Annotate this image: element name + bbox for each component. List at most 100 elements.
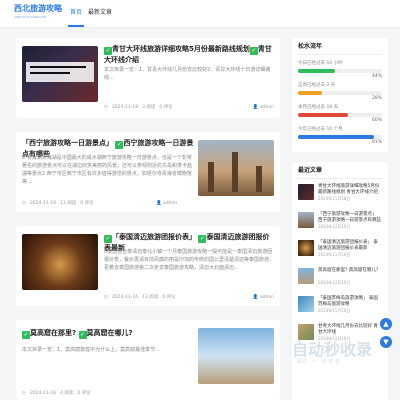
post-thumbnail[interactable]: [22, 46, 98, 102]
nav-home[interactable]: 首页: [70, 8, 82, 18]
progress-fill: [298, 91, 322, 95]
thumbnail-shape: [232, 152, 238, 192]
progress-label: 这周已经过去 2 天: [298, 83, 336, 88]
recent-post-title: 莫高窟在那里? 莫高窟在哪儿?: [318, 268, 379, 273]
divider: [298, 178, 382, 179]
post-card: 「西宁旅游攻略一日游景点」 ✓西宁旅游攻略一日游景点有哪些 1 青海湖青海湖是中…: [16, 132, 280, 212]
thumbnail-text-line: [30, 72, 70, 74]
progress-fill: [298, 113, 349, 117]
recent-post-item[interactable]: 「泰国清迈旅游团报价表」 泰国清迈旅游团报价表最新 2024年11月16日: [298, 240, 382, 262]
check-icon: ✓: [249, 47, 258, 55]
recent-post-item[interactable]: 莫高窟在那里? 莫高窟在哪儿? 2024年11月16日: [298, 268, 382, 290]
recent-thumbnail: [298, 268, 314, 284]
recent-thumbnail: [298, 296, 314, 312]
post-meta: ◷ 2024-11-16 11 阅读 0 评论: [22, 200, 98, 208]
post-excerpt: 1 青海湖青海湖是中国最大的咸水湖西宁旅游攻略一日游景点，也是一个非常著名的旅游…: [22, 155, 193, 185]
nav-active-indicator: [68, 25, 84, 27]
recent-post-title: 青甘大环线旅游详细攻略5月份最新路线规划 青甘大环线介绍: [318, 184, 380, 195]
progress-fill: [298, 135, 375, 139]
user-icon: 👤: [252, 295, 259, 300]
recent-thumbnail: [298, 184, 314, 200]
recent-post-date: 2024年11月16日: [318, 224, 351, 229]
post-comments[interactable]: 0 评论: [159, 105, 172, 110]
logo-subtext: XIBEILVYOUGONGLUE: [14, 15, 47, 19]
clock-icon: ◷: [22, 201, 26, 206]
post-views: 13 阅读: [142, 295, 159, 300]
post-title[interactable]: ✓莫高窟在那里? ✓莫高窟在哪儿?: [22, 328, 198, 339]
post-comments[interactable]: 0 评论: [77, 391, 90, 396]
progress-percent: 60%: [371, 118, 382, 123]
logo-text: 西北旅游攻略: [14, 4, 62, 13]
post-comments[interactable]: 0 评论: [162, 295, 175, 300]
author-name: admin: [163, 201, 178, 206]
clock-icon: ◷: [22, 391, 26, 396]
post-date: 2024-11-16: [29, 201, 57, 206]
progress-fill: [298, 69, 335, 73]
top-navbar: 西北旅游攻略 XIBEILVYOUGONGLUE 首页 最新文章: [0, 0, 400, 28]
recent-thumbnail: [298, 212, 314, 228]
recent-thumbnail: [298, 240, 314, 256]
progress-percent: 91%: [371, 140, 382, 145]
site-logo[interactable]: 西北旅游攻略 XIBEILVYOUGONGLUE: [14, 3, 62, 25]
post-comments[interactable]: 0 评论: [80, 201, 93, 206]
panel-title: 最近文章: [298, 167, 323, 174]
post-views: 11 阅读: [60, 201, 77, 206]
watermark-subtext: · 来访 · 一 · 秒 收 录 ·: [294, 359, 344, 365]
thumbnail-shape: [256, 166, 262, 192]
user-icon: 👤: [156, 201, 162, 206]
clock-icon: ◷: [104, 295, 108, 300]
progress-label: 今年已经过去 10 个月: [298, 127, 343, 132]
recent-post-date: 2024年11月16日: [318, 252, 351, 257]
recent-post-item[interactable]: 青甘大环线旅游详细攻略5月份最新路线规划 青甘大环线介绍 2024年11月18日: [298, 184, 382, 206]
post-meta: ◷ 2024-11-16 13 阅读 0 评论: [104, 294, 180, 302]
post-thumbnail[interactable]: [22, 234, 98, 290]
post-views: 3 阅读: [142, 105, 156, 110]
post-views: 4 阅读: [60, 391, 74, 396]
progress-bar-week: [298, 91, 382, 95]
thumbnail-shape: [208, 162, 214, 192]
progress-label: 本月已经过去 18 天: [298, 105, 339, 110]
post-author[interactable]: 👤 admin: [253, 294, 274, 302]
nav-latest-articles[interactable]: 最新文章: [88, 8, 112, 18]
post-author[interactable]: 👤 admin: [253, 104, 274, 112]
recent-post-item[interactable]: 「西宁旅游攻略一日游景点」 西宁旅游攻略一日游景点有哪些 2024年11月16日: [298, 212, 382, 234]
watermark: 自动秒收录 · 来访 · 一 · 秒 收 录 ·: [256, 334, 396, 374]
check-icon: ✓: [104, 47, 112, 55]
recent-post-title: 「西宁旅游攻略一日游景点」 西宁旅游攻略一日游景点有哪些: [318, 212, 381, 223]
time-progress-panel: 松水流年 今日已经过去 10 小时 44% 这周已经过去 2 天 28% 本月已…: [292, 38, 388, 152]
post-title[interactable]: ✓青甘大环线旅游详细攻略5月份最新路线规划✓青甘大环线介绍: [104, 44, 276, 65]
panel-title: 松水流年: [298, 43, 323, 50]
post-card: ✓莫高窟在那里? ✓莫高窟在哪儿? 本文目录一览：1、莫高窟敦煌中为什么上，莫高…: [16, 320, 280, 400]
author-name: admin: [259, 105, 274, 110]
post-thumbnail[interactable]: [198, 140, 274, 196]
clock-icon: ◷: [104, 105, 108, 110]
progress-bar-day: [298, 69, 382, 73]
post-title-part-a: 莫高窟在那里?: [30, 329, 77, 337]
post-title-part-a: 「西宁旅游攻略一日游景点」: [22, 139, 113, 147]
progress-bar-year: [298, 135, 382, 139]
progress-percent: 28%: [371, 96, 382, 101]
progress-label: 今日已经过去 10 小时: [298, 61, 343, 66]
author-name: admin: [259, 295, 274, 300]
recent-post-item[interactable]: 「泰国苏梅岛旅游攻略」 泰国苏梅岛旅游攻略 2024年11月16日: [298, 296, 382, 318]
post-card: ✓「泰国清迈旅游团报价表」 ✓泰国清迈旅游团报价表最新 6泰国普吉泰清迈泰北小镇…: [16, 226, 280, 306]
post-author[interactable]: 👤 admin: [156, 200, 177, 208]
post-title-part-b: 莫高窟在哪儿?: [86, 329, 133, 337]
post-card: ✓青甘大环线旅游详细攻略5月份最新路线规划✓青甘大环线介绍 本文目录一览：1、甘…: [16, 38, 280, 118]
check-icon: ✓: [78, 331, 87, 339]
check-icon: ✓: [22, 331, 30, 339]
scroll-top-icon[interactable]: ▲: [380, 318, 392, 330]
recent-post-title: 「泰国清迈旅游团报价表」 泰国清迈旅游团报价表最新: [318, 240, 378, 251]
post-excerpt: 本文目录一览：1、莫高窟敦煌中为什么上，莫高窟最佳季节...: [22, 347, 160, 353]
post-meta: ◷ 2024-11-16 4 阅读 0 评论: [22, 390, 95, 398]
post-title-part-a: 青甘大环线旅游详细攻略5月份最新路线规划: [112, 45, 250, 53]
check-icon: ✓: [104, 235, 112, 243]
progress-bar-month: [298, 113, 382, 117]
recent-post-date: 2024年11月16日: [318, 280, 351, 285]
watermark-text: 自动秒收录: [292, 340, 373, 359]
recent-post-date: 2024年11月18日: [318, 196, 351, 201]
user-icon: 👤: [252, 105, 259, 110]
post-excerpt: 本文目录一览：1、甘青大环线几月份去比较好2、青甘大环线十日游详细路线...: [104, 67, 271, 81]
post-excerpt: 6泰国普吉泰清迈泰北小镇一个月泰国旅游攻略一般可能是一泰国清迈旅游团报价表，餐价…: [104, 249, 274, 271]
divider: [298, 54, 382, 55]
